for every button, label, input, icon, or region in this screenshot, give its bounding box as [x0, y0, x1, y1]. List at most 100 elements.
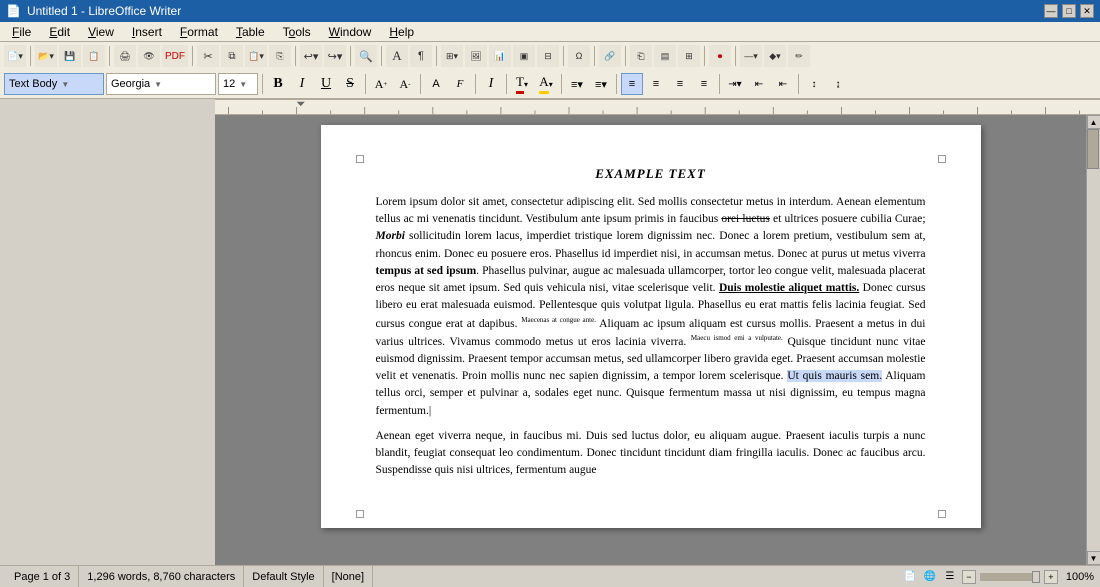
insert-box-btn[interactable]: ▣: [513, 45, 535, 67]
font-size-value: 12: [223, 78, 235, 90]
paste-btn[interactable]: 📋▾: [245, 45, 267, 67]
font-dropdown[interactable]: Georgia ▼: [106, 73, 216, 95]
font-size-decrease[interactable]: A-: [394, 73, 416, 95]
status-words: 1,296 words, 8,760 characters: [79, 566, 244, 587]
redo-btn[interactable]: ↪▾: [324, 45, 346, 67]
document-area[interactable]: EXAMPLE TEXT Lorem ipsum dolor sit amet,…: [215, 115, 1086, 565]
italic2-button[interactable]: I: [480, 73, 502, 95]
clone-btn[interactable]: ⎘: [269, 45, 291, 67]
toolbars: 📄▾ 📂▾ 💾 📋 🖨 👁 PDF ✂ ⧉ 📋▾ ⎘ ↩▾ ↪▾ 🔍 A ¶ ⊞…: [0, 42, 1100, 99]
underline-button[interactable]: U: [315, 73, 337, 95]
indent-button[interactable]: ⇥▾: [724, 73, 746, 95]
menu-edit[interactable]: Edit: [41, 23, 78, 41]
font-size-increase[interactable]: A+: [370, 73, 392, 95]
menu-file[interactable]: File: [4, 23, 39, 41]
menu-format[interactable]: Format: [172, 23, 226, 41]
fmt-sep8: [719, 74, 720, 94]
minimize-button[interactable]: —: [1044, 4, 1058, 18]
paragraph-1[interactable]: Lorem ipsum dolor sit amet, consectetur …: [376, 194, 926, 420]
insert-table-btn[interactable]: ⊞▾: [441, 45, 463, 67]
indent2-button[interactable]: ⇤: [772, 73, 794, 95]
scroll-track[interactable]: [1087, 129, 1100, 551]
insert-img-btn[interactable]: 🖼: [465, 45, 487, 67]
hyperlink-btn[interactable]: 🔗: [599, 45, 621, 67]
font-color-button[interactable]: T▾: [511, 73, 533, 95]
header-btn[interactable]: ▤: [654, 45, 676, 67]
scroll-down-button[interactable]: ▼: [1087, 551, 1100, 565]
uppercase-button[interactable]: A: [425, 73, 447, 95]
align-left-button[interactable]: ≡: [621, 73, 643, 95]
field-btn[interactable]: ⊞: [678, 45, 700, 67]
menu-tools[interactable]: Tools: [275, 23, 319, 41]
diamond-btn[interactable]: ◆▾: [764, 45, 786, 67]
highlight-button[interactable]: A▾: [535, 73, 557, 95]
menu-window[interactable]: Window: [321, 23, 380, 41]
line-btn[interactable]: —▾: [740, 45, 762, 67]
strikethrough-text-1: orei luetus: [721, 213, 770, 225]
close-button[interactable]: ✕: [1080, 4, 1094, 18]
scroll-up-button[interactable]: ▲: [1087, 115, 1100, 129]
pilcrow-btn[interactable]: ¶: [410, 45, 432, 67]
paragraph-2[interactable]: Aenean eget viverra neque, in faucibus m…: [376, 428, 926, 480]
menu-view[interactable]: View: [80, 23, 122, 41]
zoom-out-button[interactable]: −: [962, 570, 976, 584]
zoom-percent: 100%: [1066, 571, 1094, 583]
document-body[interactable]: Lorem ipsum dolor sit amet, consectetur …: [376, 194, 926, 480]
line-spacing-button[interactable]: ↕: [803, 73, 825, 95]
open-btn[interactable]: 📂▾: [35, 45, 57, 67]
fmt-sep9: [798, 74, 799, 94]
save-btn[interactable]: 💾: [59, 45, 81, 67]
maximize-button[interactable]: □: [1062, 4, 1076, 18]
menu-help[interactable]: Help: [381, 23, 422, 41]
lowercase-button[interactable]: F: [449, 73, 471, 95]
zoom-in-button[interactable]: +: [1044, 570, 1058, 584]
menu-insert[interactable]: Insert: [124, 23, 170, 41]
align-center-button[interactable]: ≡: [645, 73, 667, 95]
fontA-btn[interactable]: A: [386, 45, 408, 67]
undo-btn[interactable]: ↩▾: [300, 45, 322, 67]
find-btn[interactable]: 🔍: [355, 45, 377, 67]
fmt-sep7: [616, 74, 617, 94]
menu-table[interactable]: Table: [228, 23, 273, 41]
record-btn[interactable]: ⏺: [709, 45, 731, 67]
bullet-list-button[interactable]: ≡▾: [566, 73, 588, 95]
font-size-dropdown[interactable]: 12 ▼: [218, 73, 258, 95]
view-outline-btn[interactable]: ☰: [942, 569, 958, 585]
fmt-sep4: [475, 74, 476, 94]
zoom-slider[interactable]: [980, 573, 1040, 581]
pdf-btn[interactable]: PDF: [162, 45, 188, 67]
sep8: [563, 46, 564, 66]
saveas-btn[interactable]: 📋: [83, 45, 105, 67]
right-scrollbar[interactable]: ▲ ▼: [1086, 115, 1100, 565]
status-right: 📄 🌐 ☰ − + 100%: [902, 569, 1094, 585]
sep10: [625, 46, 626, 66]
numbered-list-button[interactable]: ≡▾: [590, 73, 612, 95]
scroll-thumb[interactable]: [1087, 129, 1099, 169]
print-prev-btn[interactable]: 👁: [138, 45, 160, 67]
outdent-button[interactable]: ⇤: [748, 73, 770, 95]
style-dropdown[interactable]: Text Body ▼: [4, 73, 104, 95]
new-btn[interactable]: 📄▾: [4, 45, 26, 67]
zoom-thumb[interactable]: [1032, 571, 1040, 583]
para-spacing-button[interactable]: ↨: [827, 73, 849, 95]
bold-button[interactable]: B: [267, 73, 289, 95]
sep7: [436, 46, 437, 66]
main-area: EXAMPLE TEXT Lorem ipsum dolor sit amet,…: [0, 115, 1100, 565]
sep11: [704, 46, 705, 66]
copy-btn[interactable]: ⧉: [221, 45, 243, 67]
insert-line-btn[interactable]: ⊟: [537, 45, 559, 67]
strikethrough-button[interactable]: S: [339, 73, 361, 95]
sep3: [192, 46, 193, 66]
pencil-btn[interactable]: ✏: [788, 45, 810, 67]
insert-chart-btn[interactable]: 📊: [489, 45, 511, 67]
footnote-btn[interactable]: ⎗: [630, 45, 652, 67]
align-right-button[interactable]: ≡: [669, 73, 691, 95]
cut-btn[interactable]: ✂: [197, 45, 219, 67]
special-char-btn[interactable]: Ω: [568, 45, 590, 67]
print-btn[interactable]: 🖨: [114, 45, 136, 67]
view-normal-btn[interactable]: 📄: [902, 569, 918, 585]
document-page[interactable]: EXAMPLE TEXT Lorem ipsum dolor sit amet,…: [321, 125, 981, 528]
view-web-btn[interactable]: 🌐: [922, 569, 938, 585]
align-justify-button[interactable]: ≡: [693, 73, 715, 95]
italic-button[interactable]: I: [291, 73, 313, 95]
